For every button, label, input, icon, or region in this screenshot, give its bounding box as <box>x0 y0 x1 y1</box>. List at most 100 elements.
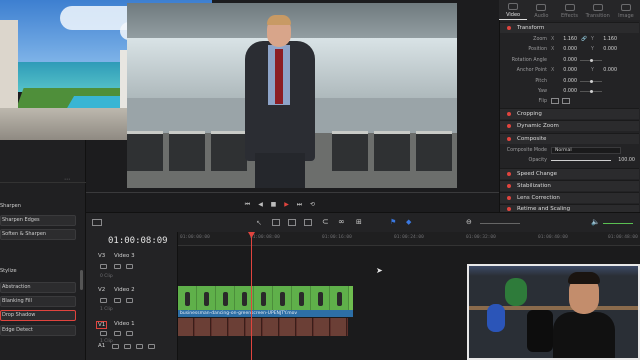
clip-thumbnail <box>212 318 228 336</box>
link-icon[interactable]: 🔗 <box>577 37 591 42</box>
opacity-slider[interactable] <box>551 159 611 161</box>
track-id-v1[interactable]: V1 <box>96 321 108 329</box>
stop-icon[interactable]: ■ <box>270 201 277 208</box>
auto-select-icon[interactable] <box>114 331 121 336</box>
speaker-icon[interactable]: 🔈 <box>591 218 600 226</box>
pitch-slider[interactable] <box>580 79 602 83</box>
lock-icon[interactable] <box>100 331 107 336</box>
play-reverse-icon[interactable]: ◀ <box>257 201 264 208</box>
green-screen-clip[interactable] <box>178 286 353 310</box>
yaw-slider[interactable] <box>580 89 602 93</box>
trim-tool-icon[interactable] <box>272 219 280 226</box>
effect-edge-detect[interactable]: Edge Detect <box>0 325 76 336</box>
enable-dot-icon[interactable] <box>507 137 511 141</box>
effects-scrollbar[interactable] <box>80 270 83 290</box>
section-retime-scaling[interactable]: Retime and Scaling <box>500 204 639 212</box>
playhead[interactable] <box>251 232 252 360</box>
tab-audio[interactable]: Audio <box>527 0 555 20</box>
monitor-icon[interactable] <box>126 264 133 269</box>
snapping-icon[interactable]: ⊂ <box>322 217 329 226</box>
section-dynamic-zoom[interactable]: Dynamic Zoom <box>500 120 639 131</box>
effects-category-sharpen[interactable]: Sharpen <box>0 203 21 209</box>
clip-thumbnail <box>297 318 313 336</box>
play-icon[interactable]: ▶ <box>283 201 290 208</box>
flip-vertical-icon[interactable] <box>562 98 570 104</box>
section-stabilization[interactable]: Stabilization <box>500 180 639 191</box>
track-name-v2[interactable]: Video 2 <box>114 287 135 293</box>
track-name-v3[interactable]: Video 3 <box>114 253 135 259</box>
enable-dot-icon[interactable] <box>507 112 511 116</box>
effect-abstraction[interactable]: Abstraction <box>0 282 76 293</box>
timeline-zoom-slider[interactable] <box>480 223 520 224</box>
clip-name-label[interactable]: businessman-dancing-on-greenscreen-UPENJ… <box>178 310 353 317</box>
ruler-tick-label: 01:00:32:00 <box>466 235 496 240</box>
anchor-y-field[interactable]: 0.000 <box>597 68 617 73</box>
solo-icon[interactable] <box>136 344 143 349</box>
section-transform[interactable]: Transform <box>500 22 639 33</box>
section-speed-change[interactable]: Speed Change <box>500 168 639 179</box>
auto-select-icon[interactable] <box>114 264 121 269</box>
track-name-v1[interactable]: Video 1 <box>114 321 135 327</box>
enable-dot-icon[interactable] <box>507 124 511 128</box>
effect-sharpen-edges[interactable]: Sharpen Edges <box>0 215 76 226</box>
opacity-field[interactable]: 100.00 <box>615 158 635 163</box>
enable-dot-icon[interactable] <box>507 172 511 176</box>
anchor-x-field[interactable]: 0.000 <box>557 68 577 73</box>
flag-icon[interactable]: ⚑ <box>390 218 396 226</box>
flip-horizontal-icon[interactable] <box>551 98 559 104</box>
zoom-out-icon[interactable]: ⊖ <box>466 218 472 226</box>
position-lock-icon[interactable]: ⊞ <box>356 218 362 226</box>
timeline-timecode[interactable]: 01:00:08:09 <box>108 236 168 246</box>
monitor-icon[interactable] <box>126 298 133 303</box>
viewer-scrub-bar[interactable] <box>86 192 499 193</box>
effect-drop-shadow[interactable]: Drop Shadow <box>0 310 76 321</box>
desk-image <box>127 131 163 171</box>
volume-slider[interactable] <box>603 223 633 224</box>
enable-dot-icon[interactable] <box>507 184 511 188</box>
lock-icon[interactable] <box>100 264 107 269</box>
tab-image[interactable]: Image <box>612 0 640 20</box>
section-label: Speed Change <box>517 171 558 177</box>
zoom-y-field[interactable]: 1.160 <box>597 37 617 42</box>
selection-tool-icon[interactable]: ↖ <box>256 219 262 227</box>
enable-dot-icon[interactable] <box>507 206 511 211</box>
timeline-view-icon[interactable] <box>92 219 102 226</box>
lock-icon[interactable] <box>100 298 107 303</box>
position-x-field[interactable]: 0.000 <box>557 47 577 52</box>
enable-dot-icon[interactable] <box>507 196 511 200</box>
effect-soften-sharpen[interactable]: Soften & Sharpen <box>0 229 76 240</box>
auto-select-icon[interactable] <box>114 298 121 303</box>
tab-label: Video <box>506 12 521 18</box>
rotation-field[interactable]: 0.000 <box>557 58 577 63</box>
enable-dot-icon[interactable] <box>507 26 511 30</box>
tab-transition[interactable]: Transition <box>584 0 612 20</box>
position-y-field[interactable]: 0.000 <box>597 47 617 52</box>
section-cropping[interactable]: Cropping <box>500 108 639 119</box>
auto-select-icon[interactable] <box>124 344 131 349</box>
tab-effects[interactable]: Effects <box>555 0 583 20</box>
dynamic-trim-icon[interactable] <box>288 219 296 226</box>
section-lens-correction[interactable]: Lens Correction <box>500 192 639 203</box>
composite-mode-select[interactable]: Normal <box>551 146 621 154</box>
loop-icon[interactable]: ⟲ <box>309 201 316 208</box>
yaw-field[interactable]: 0.000 <box>557 89 577 94</box>
mute-icon[interactable] <box>148 344 155 349</box>
rotation-slider[interactable] <box>580 58 602 62</box>
skip-back-icon[interactable]: ⏮ <box>244 201 251 208</box>
zoom-x-field[interactable]: 1.160 <box>557 37 577 42</box>
monitor-icon[interactable] <box>126 331 133 336</box>
blade-tool-icon[interactable] <box>304 219 312 226</box>
program-viewer[interactable] <box>127 3 457 188</box>
link-icon[interactable]: ∞ <box>338 217 345 226</box>
effects-category-stylize[interactable]: Stylize <box>0 268 17 274</box>
pitch-field[interactable]: 0.000 <box>557 79 577 84</box>
section-label: Transform <box>517 25 545 31</box>
office-clip[interactable] <box>178 318 348 336</box>
effect-blanking-fill[interactable]: Blanking Fill <box>0 296 76 307</box>
lock-icon[interactable] <box>112 344 119 349</box>
marker-icon[interactable]: ◆ <box>406 218 411 226</box>
skip-forward-icon[interactable]: ⏭ <box>296 201 303 208</box>
section-composite[interactable]: Composite <box>500 133 639 144</box>
tab-video[interactable]: Video <box>499 0 528 20</box>
yaw-label: Yaw <box>537 88 547 94</box>
